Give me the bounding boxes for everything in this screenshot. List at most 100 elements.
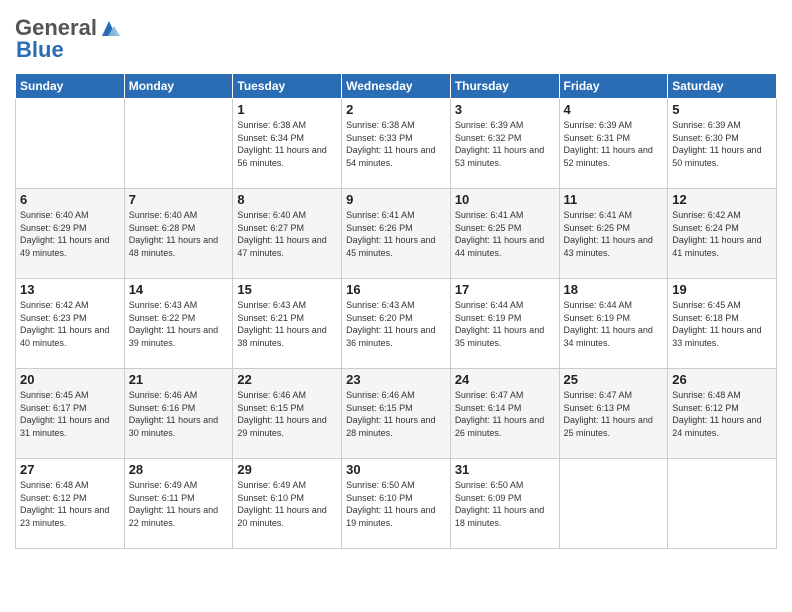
day-number: 12 <box>672 192 772 207</box>
day-info: Sunrise: 6:43 AM Sunset: 6:22 PM Dayligh… <box>129 299 229 349</box>
calendar-cell: 18Sunrise: 6:44 AM Sunset: 6:19 PM Dayli… <box>559 279 668 369</box>
calendar-cell: 23 Sunrise: 6:46 AM Sunset: 6:15 PM Dayli… <box>342 369 451 459</box>
day-number: 22 <box>237 372 337 387</box>
day-info: Sunrise: 6:50 AM Sunset: 6:09 PM Dayligh… <box>455 479 555 529</box>
day-number: 26 <box>672 372 772 387</box>
logo-icon <box>98 17 120 39</box>
calendar-cell: 22 Sunrise: 6:46 AM Sunset: 6:15 PM Dayli… <box>233 369 342 459</box>
day-number: 16 <box>346 282 446 297</box>
calendar-cell: 17 Sunrise: 6:44 AM Sunset: 6:19 PM Dayli… <box>450 279 559 369</box>
calendar-cell: 3Sunrise: 6:39 AM Sunset: 6:32 PM Daylig… <box>450 99 559 189</box>
day-info: Sunrise: 6:40 AM Sunset: 6:27 PM Dayligh… <box>237 209 337 259</box>
calendar-cell: 28 Sunrise: 6:49 AM Sunset: 6:11 PM Dayli… <box>124 459 233 549</box>
calendar-cell: 11Sunrise: 6:41 AM Sunset: 6:25 PM Dayli… <box>559 189 668 279</box>
page-header: General Blue <box>15 15 777 63</box>
day-info: Sunrise: 6:46 AM Sunset: 6:15 PM Dayligh… <box>237 389 337 439</box>
calendar-cell: 6Sunrise: 6:40 AM Sunset: 6:29 PM Daylig… <box>16 189 125 279</box>
calendar-cell: 27 Sunrise: 6:48 AM Sunset: 6:12 PM Dayli… <box>16 459 125 549</box>
day-number: 5 <box>672 102 772 117</box>
calendar-cell: 12 Sunrise: 6:42 AM Sunset: 6:24 PM Dayli… <box>668 189 777 279</box>
day-number: 10 <box>455 192 555 207</box>
calendar-cell: 24 Sunrise: 6:47 AM Sunset: 6:14 PM Dayli… <box>450 369 559 459</box>
day-info: Sunrise: 6:44 AM Sunset: 6:19 PM Dayligh… <box>455 299 555 349</box>
calendar-cell: 9 Sunrise: 6:41 AM Sunset: 6:26 PM Daylig… <box>342 189 451 279</box>
day-info: Sunrise: 6:42 AM Sunset: 6:24 PM Dayligh… <box>672 209 772 259</box>
day-number: 13 <box>20 282 120 297</box>
calendar-cell: 8 Sunrise: 6:40 AM Sunset: 6:27 PM Daylig… <box>233 189 342 279</box>
calendar-cell: 31 Sunrise: 6:50 AM Sunset: 6:09 PM Dayli… <box>450 459 559 549</box>
day-info: Sunrise: 6:41 AM Sunset: 6:26 PM Dayligh… <box>346 209 446 259</box>
day-number: 25 <box>564 372 664 387</box>
day-info: Sunrise: 6:38 AM Sunset: 6:34 PM Dayligh… <box>237 119 337 169</box>
calendar-cell: 4 Sunrise: 6:39 AM Sunset: 6:31 PM Daylig… <box>559 99 668 189</box>
logo-blue-part: Blue <box>15 37 64 63</box>
day-number: 14 <box>129 282 229 297</box>
day-number: 8 <box>237 192 337 207</box>
calendar-cell: 13 Sunrise: 6:42 AM Sunset: 6:23 PM Dayli… <box>16 279 125 369</box>
calendar-cell: 19 Sunrise: 6:45 AM Sunset: 6:18 PM Dayli… <box>668 279 777 369</box>
calendar-cell: 26 Sunrise: 6:48 AM Sunset: 6:12 PM Dayli… <box>668 369 777 459</box>
calendar-cell: 25Sunrise: 6:47 AM Sunset: 6:13 PM Dayli… <box>559 369 668 459</box>
day-number: 28 <box>129 462 229 477</box>
day-number: 4 <box>564 102 664 117</box>
calendar-cell: 7 Sunrise: 6:40 AM Sunset: 6:28 PM Daylig… <box>124 189 233 279</box>
calendar-cell: 5Sunrise: 6:39 AM Sunset: 6:30 PM Daylig… <box>668 99 777 189</box>
weekday-header-thursday: Thursday <box>450 74 559 99</box>
calendar-cell <box>124 99 233 189</box>
day-info: Sunrise: 6:48 AM Sunset: 6:12 PM Dayligh… <box>672 389 772 439</box>
day-number: 29 <box>237 462 337 477</box>
day-number: 17 <box>455 282 555 297</box>
calendar-cell <box>668 459 777 549</box>
calendar-cell: 16 Sunrise: 6:43 AM Sunset: 6:20 PM Dayli… <box>342 279 451 369</box>
weekday-header-wednesday: Wednesday <box>342 74 451 99</box>
calendar-cell: 14 Sunrise: 6:43 AM Sunset: 6:22 PM Dayli… <box>124 279 233 369</box>
day-info: Sunrise: 6:40 AM Sunset: 6:28 PM Dayligh… <box>129 209 229 259</box>
day-number: 31 <box>455 462 555 477</box>
calendar-table: SundayMondayTuesdayWednesdayThursdayFrid… <box>15 73 777 549</box>
day-number: 30 <box>346 462 446 477</box>
day-info: Sunrise: 6:42 AM Sunset: 6:23 PM Dayligh… <box>20 299 120 349</box>
day-info: Sunrise: 6:43 AM Sunset: 6:20 PM Dayligh… <box>346 299 446 349</box>
day-info: Sunrise: 6:45 AM Sunset: 6:18 PM Dayligh… <box>672 299 772 349</box>
weekday-header-sunday: Sunday <box>16 74 125 99</box>
day-info: Sunrise: 6:46 AM Sunset: 6:16 PM Dayligh… <box>129 389 229 439</box>
day-info: Sunrise: 6:50 AM Sunset: 6:10 PM Dayligh… <box>346 479 446 529</box>
day-number: 19 <box>672 282 772 297</box>
calendar-cell: 20 Sunrise: 6:45 AM Sunset: 6:17 PM Dayli… <box>16 369 125 459</box>
day-number: 7 <box>129 192 229 207</box>
day-info: Sunrise: 6:49 AM Sunset: 6:10 PM Dayligh… <box>237 479 337 529</box>
day-number: 24 <box>455 372 555 387</box>
calendar-cell: 30 Sunrise: 6:50 AM Sunset: 6:10 PM Dayli… <box>342 459 451 549</box>
day-info: Sunrise: 6:49 AM Sunset: 6:11 PM Dayligh… <box>129 479 229 529</box>
calendar-cell: 10 Sunrise: 6:41 AM Sunset: 6:25 PM Dayli… <box>450 189 559 279</box>
day-number: 27 <box>20 462 120 477</box>
logo: General Blue <box>15 15 120 63</box>
day-number: 23 <box>346 372 446 387</box>
calendar-cell: 29 Sunrise: 6:49 AM Sunset: 6:10 PM Dayli… <box>233 459 342 549</box>
day-number: 1 <box>237 102 337 117</box>
day-number: 20 <box>20 372 120 387</box>
calendar-cell: 15 Sunrise: 6:43 AM Sunset: 6:21 PM Dayli… <box>233 279 342 369</box>
day-number: 21 <box>129 372 229 387</box>
day-info: Sunrise: 6:41 AM Sunset: 6:25 PM Dayligh… <box>455 209 555 259</box>
weekday-header-friday: Friday <box>559 74 668 99</box>
day-info: Sunrise: 6:45 AM Sunset: 6:17 PM Dayligh… <box>20 389 120 439</box>
weekday-header-monday: Monday <box>124 74 233 99</box>
day-info: Sunrise: 6:47 AM Sunset: 6:14 PM Dayligh… <box>455 389 555 439</box>
day-info: Sunrise: 6:46 AM Sunset: 6:15 PM Dayligh… <box>346 389 446 439</box>
day-number: 15 <box>237 282 337 297</box>
weekday-header-saturday: Saturday <box>668 74 777 99</box>
calendar-cell <box>16 99 125 189</box>
day-info: Sunrise: 6:38 AM Sunset: 6:33 PM Dayligh… <box>346 119 446 169</box>
day-number: 9 <box>346 192 446 207</box>
day-info: Sunrise: 6:48 AM Sunset: 6:12 PM Dayligh… <box>20 479 120 529</box>
day-number: 3 <box>455 102 555 117</box>
calendar-cell: 1 Sunrise: 6:38 AM Sunset: 6:34 PM Daylig… <box>233 99 342 189</box>
weekday-header-tuesday: Tuesday <box>233 74 342 99</box>
day-number: 6 <box>20 192 120 207</box>
day-info: Sunrise: 6:43 AM Sunset: 6:21 PM Dayligh… <box>237 299 337 349</box>
calendar-cell: 2Sunrise: 6:38 AM Sunset: 6:33 PM Daylig… <box>342 99 451 189</box>
day-info: Sunrise: 6:41 AM Sunset: 6:25 PM Dayligh… <box>564 209 664 259</box>
day-info: Sunrise: 6:44 AM Sunset: 6:19 PM Dayligh… <box>564 299 664 349</box>
day-info: Sunrise: 6:39 AM Sunset: 6:31 PM Dayligh… <box>564 119 664 169</box>
